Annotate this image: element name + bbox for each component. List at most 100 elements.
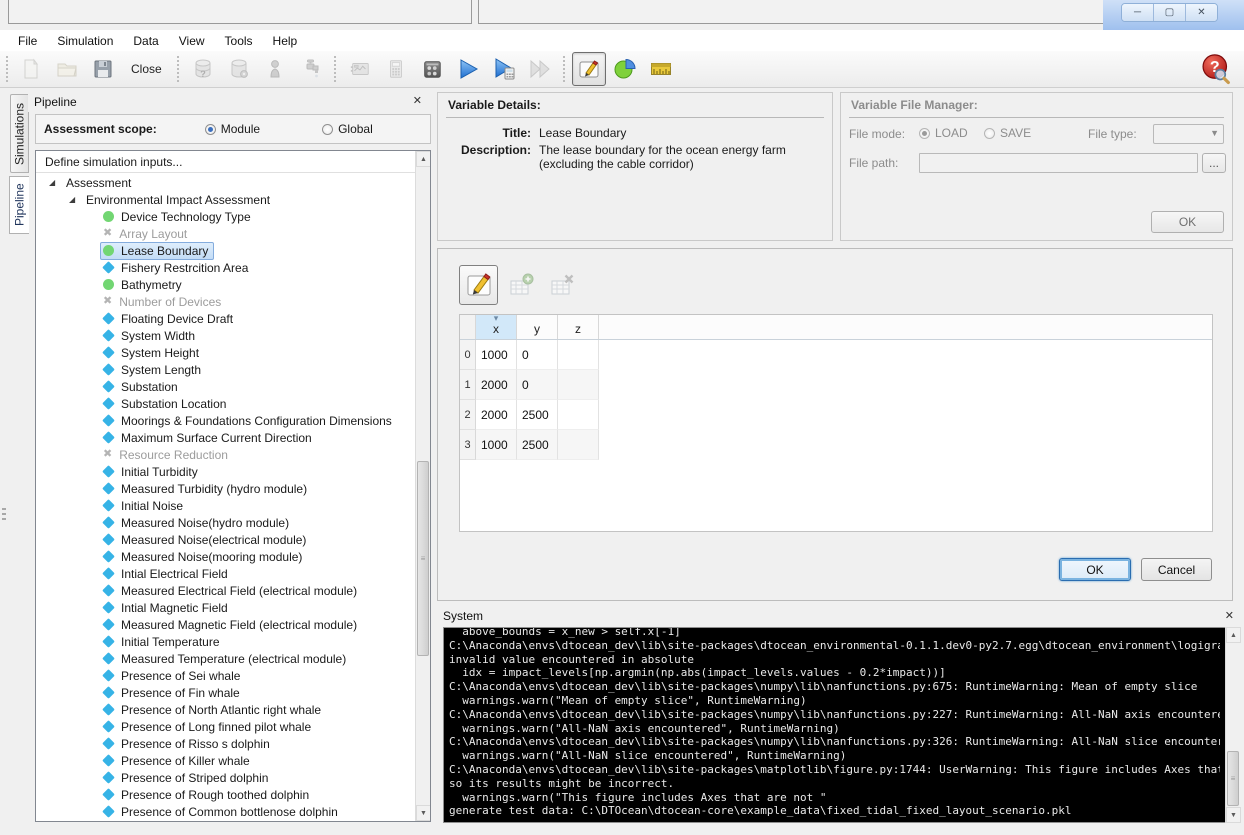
run-strategy-button[interactable] xyxy=(523,52,557,86)
minimize-button[interactable]: ─ xyxy=(1122,4,1154,21)
plots-view-button[interactable] xyxy=(608,52,642,86)
tree-root-label[interactable]: Define simulation inputs... xyxy=(36,151,430,173)
help-button[interactable]: ? xyxy=(1200,53,1232,85)
tree-item[interactable]: Measured Magnetic Field (electrical modu… xyxy=(36,616,415,633)
new-project-button[interactable] xyxy=(14,52,48,86)
scroll-down-button[interactable]: ▼ xyxy=(416,805,430,821)
scroll-thumb[interactable]: ≡ xyxy=(417,461,429,656)
maximize-button[interactable]: ▢ xyxy=(1154,4,1186,21)
edit-table-button[interactable] xyxy=(459,265,498,305)
tree-item[interactable]: System Width xyxy=(36,327,415,344)
table-cell-y[interactable]: 0 xyxy=(517,370,558,400)
tree-item[interactable]: Measured Temperature (electrical module) xyxy=(36,650,415,667)
tree-item[interactable]: Initial Noise xyxy=(36,497,415,514)
table-cell-y[interactable]: 2500 xyxy=(517,430,558,460)
row-header-cell[interactable]: 1 xyxy=(460,370,476,400)
row-header-cell[interactable]: 0 xyxy=(460,340,476,370)
open-project-button[interactable] xyxy=(50,52,84,86)
file-path-input[interactable] xyxy=(919,153,1198,173)
tab-simulations[interactable]: Simulations xyxy=(10,94,29,173)
menu-simulation[interactable]: Simulation xyxy=(47,32,123,50)
toolbar-grip[interactable] xyxy=(175,56,181,82)
tree-item[interactable]: Presence of Rough toothed dolphin xyxy=(36,786,415,803)
close-window-button[interactable]: ✕ xyxy=(1186,4,1217,21)
ok-button[interactable]: OK xyxy=(1059,558,1131,581)
table-cell-y[interactable]: 2500 xyxy=(517,400,558,430)
system-close-icon[interactable]: ✕ xyxy=(1221,608,1238,623)
database-select-button[interactable]: ? xyxy=(186,52,220,86)
coordinates-table[interactable]: ▾ x y z 0 1000 0 1 2000 0 2 2000 2500 3 1000 2500 xyxy=(459,314,1213,532)
tree-item[interactable]: Measured Noise(mooring module) xyxy=(36,548,415,565)
cancel-button[interactable]: Cancel xyxy=(1141,558,1212,581)
strategy-panel-button[interactable] xyxy=(415,52,449,86)
tree-item[interactable]: Measured Turbidity (hydro module) xyxy=(36,480,415,497)
console-scrollbar[interactable]: ▲ ≡ ▼ xyxy=(1225,627,1241,823)
delete-row-button[interactable] xyxy=(542,265,581,305)
tree-item[interactable]: Maximum Surface Current Direction xyxy=(36,429,415,446)
tree-item[interactable]: Intial Magnetic Field xyxy=(36,599,415,616)
scope-module-radio[interactable]: Module xyxy=(204,122,260,136)
tree-item[interactable]: ◢ Assessment xyxy=(36,174,415,191)
tree-item[interactable]: System Height xyxy=(36,344,415,361)
run-module-button[interactable] xyxy=(451,52,485,86)
table-cell-x[interactable]: 2000 xyxy=(476,400,517,430)
dock-splitter[interactable] xyxy=(0,232,8,652)
tree-item[interactable]: Device Technology Type xyxy=(36,208,415,225)
table-cell-x[interactable]: 1000 xyxy=(476,340,517,370)
pipeline-close-icon[interactable]: ✕ xyxy=(409,93,426,108)
tree-item[interactable]: Presence of Common bottlenose dolphin xyxy=(36,803,415,820)
file-type-combobox[interactable]: ▼ xyxy=(1153,124,1224,144)
browse-button[interactable]: ... xyxy=(1202,153,1226,173)
pipeline-tap-button[interactable] xyxy=(294,52,328,86)
tab-pipeline[interactable]: Pipeline xyxy=(9,176,29,234)
add-row-button[interactable] xyxy=(501,265,540,305)
tree-item[interactable]: Floating Device Draft xyxy=(36,310,415,327)
close-project-button[interactable]: Close xyxy=(122,52,171,86)
tree-item[interactable]: Presence of Sei whale xyxy=(36,667,415,684)
tree-item[interactable]: Initial Turbidity xyxy=(36,463,415,480)
menu-tools[interactable]: Tools xyxy=(215,32,263,50)
scroll-up-button[interactable]: ▲ xyxy=(416,151,430,167)
inputs-view-button[interactable] xyxy=(571,52,606,86)
run-assessment-button[interactable] xyxy=(487,52,521,86)
column-header-y[interactable]: y xyxy=(517,315,558,339)
system-console[interactable]: above_bounds = x_new > self.x[-1] C:\Anac… xyxy=(443,627,1226,823)
save-project-button[interactable] xyxy=(86,52,120,86)
tree-item[interactable]: Presence of Killer whale xyxy=(36,752,415,769)
tree-item[interactable]: Bathymetry xyxy=(36,276,415,293)
theme-calculator-button[interactable] xyxy=(379,52,413,86)
tree-item[interactable]: ◢ Environmental Impact Assessment xyxy=(36,191,415,208)
file-mode-save-radio[interactable]: SAVE xyxy=(984,126,1031,140)
file-manager-ok-button[interactable]: OK xyxy=(1151,211,1224,233)
tree-item[interactable]: Initial Temperature xyxy=(36,633,415,650)
table-cell-z[interactable] xyxy=(558,340,599,370)
tree-item[interactable]: Presence of North Atlantic right whale xyxy=(36,701,415,718)
table-cell-x[interactable]: 1000 xyxy=(476,430,517,460)
toolbar-grip[interactable] xyxy=(4,56,9,82)
tree-item[interactable]: Measured Electrical Field (electrical mo… xyxy=(36,582,415,599)
toolbar-grip[interactable] xyxy=(561,56,567,82)
tree-item[interactable]: Presence of Long finned pilot whale xyxy=(36,718,415,735)
scenario-pawn-button[interactable] xyxy=(258,52,292,86)
menu-view[interactable]: View xyxy=(169,32,215,50)
scroll-thumb[interactable]: ≡ xyxy=(1227,751,1239,806)
row-header-cell[interactable]: 2 xyxy=(460,400,476,430)
tree-item[interactable]: Presence of Striped dolphin xyxy=(36,769,415,786)
tree-item[interactable]: Presence of Risso s dolphin xyxy=(36,735,415,752)
menu-data[interactable]: Data xyxy=(123,32,168,50)
database-export-button[interactable] xyxy=(222,52,256,86)
table-cell-z[interactable] xyxy=(558,430,599,460)
row-header-cell[interactable]: 3 xyxy=(460,430,476,460)
scroll-down-button[interactable]: ▼ xyxy=(1226,807,1241,823)
tree-item[interactable]: Substation Location xyxy=(36,395,415,412)
scroll-up-button[interactable]: ▲ xyxy=(1226,627,1241,643)
tree-item[interactable]: Lease Boundary xyxy=(36,241,415,260)
tree-item[interactable]: Measured Noise(electrical module) xyxy=(36,531,415,548)
scope-global-radio[interactable]: Global xyxy=(322,122,373,136)
tree-item[interactable]: ✖ Array Layout xyxy=(36,225,415,242)
tree-item[interactable]: Presence of Fin whale xyxy=(36,684,415,701)
table-cell-y[interactable]: 0 xyxy=(517,340,558,370)
comparison-view-button[interactable] xyxy=(644,52,678,86)
tree-item[interactable]: Intial Electrical Field xyxy=(36,565,415,582)
tree-item[interactable]: Substation xyxy=(36,378,415,395)
